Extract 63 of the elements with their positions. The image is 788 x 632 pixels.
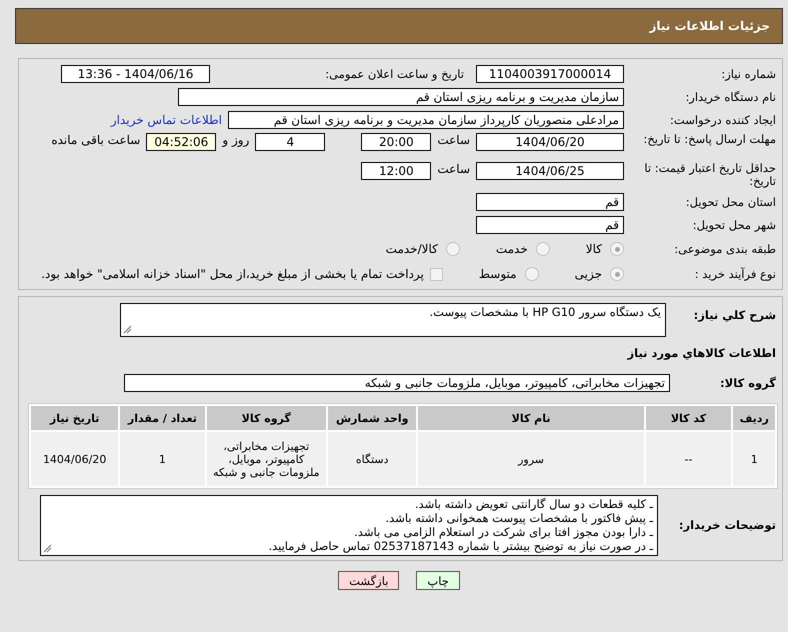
- column-header: نام کالا: [418, 406, 644, 430]
- field-label: مهلت ارسال پاسخ: تا تاریخ:: [642, 133, 776, 146]
- field-label: استان محل تحویل:: [684, 196, 776, 208]
- note-line: ـ کلیه قطعات دو سال گارانتی تعویض داشته باشد.: [414, 497, 653, 511]
- column-header: تعداد / مقدار: [120, 406, 205, 430]
- radio-option[interactable]: متوسط: [478, 267, 539, 281]
- province-field: قم: [476, 193, 624, 211]
- table-cell: --: [646, 432, 732, 486]
- field-label: طبقه بندی موضوعی:: [673, 242, 776, 256]
- field-label: شرح کلي نیاز:: [692, 307, 776, 322]
- field-label: ساعت: [437, 162, 470, 176]
- back-button[interactable]: بازگشت: [338, 571, 400, 590]
- payment-checkbox[interactable]: پرداخت تمام یا بخشی از مبلغ خرید،از محل "اسناد خزانه اسلامی" خواهد بود.: [41, 267, 443, 281]
- need-number-field: 1104003917000014: [476, 65, 624, 83]
- note-line: ـ دارا بودن مجوز افتا برای شرکت در استعلام الزامی می باشد.: [353, 525, 653, 539]
- field-label: نام دستگاه خریدار:: [684, 90, 776, 104]
- resize-grip-icon: [123, 325, 132, 334]
- note-line: ـ پیش فاکتور با مشخصات پیوست همخوانی داشته باشد.: [384, 511, 653, 525]
- deadline-time-field: 20:00: [361, 133, 432, 151]
- validity-date-field: 1404/06/25: [476, 162, 624, 180]
- section-title: اطلاعات کالاهاي مورد نیاز: [626, 346, 776, 360]
- resize-grip-icon: [43, 544, 52, 553]
- field-label: ساعت باقی مانده: [51, 133, 140, 147]
- table-cell: 1: [120, 432, 205, 486]
- validity-time-field: 12:00: [361, 162, 432, 180]
- print-button[interactable]: چاپ: [416, 571, 460, 590]
- description-field[interactable]: یک دستگاه سرور HP G10 با مشخصات پیوست.: [120, 303, 666, 337]
- note-line: ـ در صورت نیاز به توضیح بیشتر با شماره 02537187143 تماس حاصل فرمایید.: [267, 539, 653, 553]
- field-label: شهر محل تحویل:: [692, 218, 776, 232]
- announce-date-field: 1404/06/16 - 13:36: [61, 65, 210, 83]
- deadline-date-field: 1404/06/20: [476, 133, 624, 151]
- creator-field: مرادعلی منصوریان کارپرداز سازمان مدیریت و برنامه ریزی استان قم: [228, 111, 624, 129]
- table-cell: 1404/06/20: [31, 432, 118, 486]
- field-label: نوع فرآیند خرید :: [694, 268, 776, 280]
- radio-option[interactable]: کالا: [586, 242, 624, 256]
- table-cell: دستگاه: [328, 432, 416, 486]
- field-label: شماره نیاز:: [720, 68, 776, 80]
- buyer-field: سازمان مدیریت و برنامه ریزی استان قم: [178, 88, 624, 106]
- radio-option[interactable]: کالا/خدمت: [386, 242, 460, 256]
- city-field: قم: [476, 216, 624, 234]
- field-label: گروه کالا:: [719, 376, 776, 390]
- column-header: واحد شمارش: [328, 406, 416, 430]
- contact-link[interactable]: اطلاعات تماس خریدار: [110, 113, 222, 127]
- field-label: تاریخ و ساعت اعلان عمومی:: [324, 68, 465, 80]
- table-cell: 1: [733, 432, 775, 486]
- radio-option[interactable]: خدمت: [496, 242, 550, 256]
- table-cell: تجهیزات مخابراتی، کامپیوتر، موبایل، ملزومات جانبی و شبکه: [206, 432, 326, 486]
- buyer-notes-field[interactable]: [40, 495, 658, 556]
- column-header: کد کالا: [646, 406, 732, 430]
- page-title: جزئیات اطلاعات نیاز: [649, 19, 770, 33]
- column-header: گروه کالا: [206, 406, 326, 430]
- field-label: روز و: [222, 133, 250, 147]
- remaining-time-field: 04:52:06: [146, 133, 216, 151]
- column-header: ردیف: [733, 406, 775, 430]
- field-label: ساعت: [437, 133, 470, 147]
- days-field: 4: [255, 133, 326, 151]
- goods-group-field: تجهیزات مخابراتی، کامپیوتر، موبایل، ملزومات جانبی و شبکه: [124, 374, 670, 392]
- radio-option[interactable]: جزیی: [574, 267, 624, 281]
- field-label: توضیحات خریدار:: [678, 519, 776, 532]
- field-label: حداقل تاریخ اعتبار قیمت: تا تاریخ:: [643, 162, 776, 188]
- column-header: تاریخ نیاز: [31, 406, 118, 430]
- table-cell: سرور: [418, 432, 644, 486]
- field-label: ایجاد کننده درخواست:: [669, 114, 776, 126]
